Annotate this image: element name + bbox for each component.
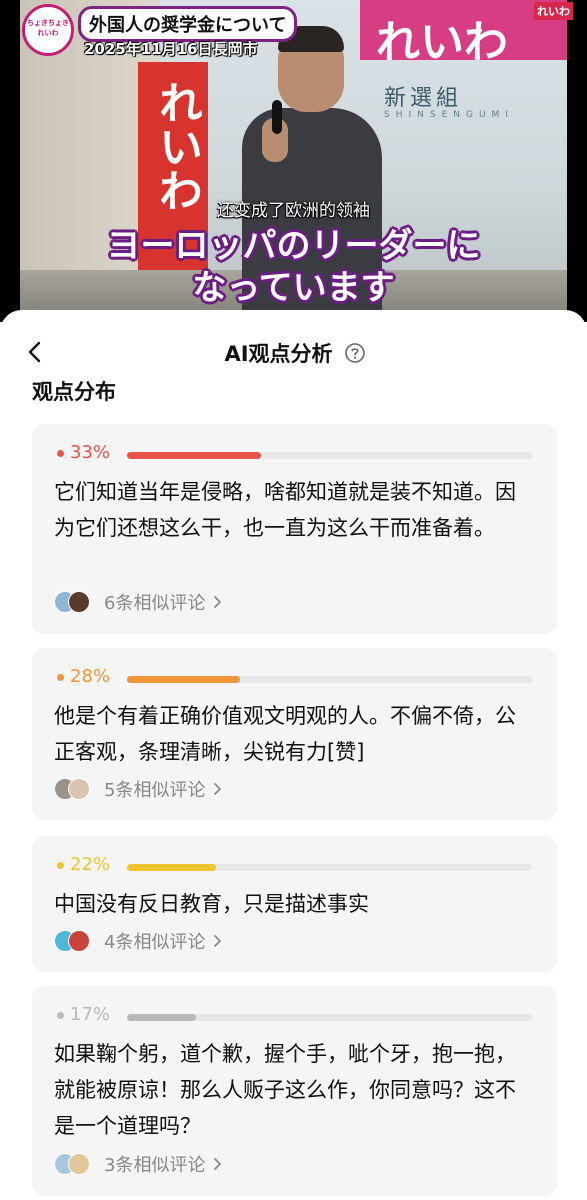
percent-bar-track xyxy=(127,452,532,459)
red-banner-text: れいわ xyxy=(151,80,202,212)
ai-analysis-sheet: AI观点分析 观点分布 33% 它们知道当年是侵略，啥都知道就是装不知道。因为它… xyxy=(0,310,587,1200)
percent-bar-fill xyxy=(127,1014,196,1021)
avatar xyxy=(68,591,90,613)
percent-bar-fill xyxy=(127,676,241,683)
chevron-right-icon xyxy=(214,596,221,608)
percent-bar-track xyxy=(127,1014,532,1021)
pink-banner-text: れいわ xyxy=(376,17,508,68)
video-title-caption: 外国人の奨学金について xyxy=(78,6,298,42)
subtitle-japanese-line2: なっています xyxy=(192,268,395,308)
banner-subtitle: 新選組 xyxy=(384,86,463,111)
opinion-percent: 22% xyxy=(70,854,111,875)
color-dot xyxy=(57,862,64,869)
section-title: 观点分布 xyxy=(32,380,116,404)
color-dot xyxy=(57,450,64,457)
microphone-icon xyxy=(272,100,282,134)
opinion-text: 中国没有反日教育，只是描述事实 xyxy=(54,892,369,916)
similar-comments-label: 4条相似评论 xyxy=(104,932,206,953)
opinion-percent: 17% xyxy=(70,1004,111,1025)
percent-bar-fill xyxy=(127,452,261,459)
sheet-title: AI观点分析 xyxy=(224,342,333,366)
banner-subtitle-roman: SHINSENGUMI xyxy=(384,110,514,120)
opinion-card: 28% 他是个有着正确价值观文明观的人。不偏不倚，公正客观，条理清晰，尖锐有力[… xyxy=(32,648,557,820)
question-circle-icon[interactable] xyxy=(344,342,366,364)
percent-bar-track xyxy=(127,676,532,683)
opinion-text: 它们知道当年是侵略，啥都知道就是装不知道。因为它们还想这么干，也一直为这么干而准… xyxy=(54,480,516,540)
percent-bar-track xyxy=(127,864,532,871)
color-dot xyxy=(57,1012,64,1019)
similar-comments-label: 5条相似评论 xyxy=(104,780,206,801)
chevron-right-icon xyxy=(214,935,221,947)
similar-comments-label: 3条相似评论 xyxy=(104,1155,206,1176)
similar-comments-label: 6条相似评论 xyxy=(104,593,206,614)
color-dot xyxy=(57,674,64,681)
opinion-card: 22% 中国没有反日教育，只是描述事实 4条相似评论 xyxy=(32,836,557,972)
opinion-text: 他是个有着正确价值观文明观的人。不偏不倚，公正客观，条理清晰，尖锐有力[赞] xyxy=(54,704,516,764)
opinion-percent: 28% xyxy=(70,666,111,687)
chevron-right-icon xyxy=(214,783,221,795)
chevron-right-icon xyxy=(214,1158,221,1170)
video-date-caption: 2025年11月16日長岡市 xyxy=(84,40,258,58)
video-player[interactable]: れいわ れいわ 新選組 SHINSENGUMI ちょきちょきれいわ 外国人の奨学… xyxy=(0,0,587,322)
opinion-text: 如果鞠个躬，道个歉，握个手，呲个牙，抱一抱，就能被原谅！那么人贩子这么作，你同意… xyxy=(54,1042,516,1138)
opinion-card: 33% 它们知道当年是侵略，啥都知道就是装不知道。因为它们还想这么干，也一直为这… xyxy=(32,424,557,634)
avatar xyxy=(68,1153,90,1175)
opinion-card: 17% 如果鞠个躬，道个歉，握个手，呲个牙，抱一抱，就能被原谅！那么人贩子这么作… xyxy=(32,986,557,1196)
opinion-percent: 33% xyxy=(70,442,111,463)
channel-logo-text: ちょきちょきれいわ xyxy=(27,19,69,37)
avatar xyxy=(68,778,90,800)
percent-bar-fill xyxy=(127,864,217,871)
corner-watermark: れいわ xyxy=(534,2,573,20)
avatar xyxy=(68,930,90,952)
